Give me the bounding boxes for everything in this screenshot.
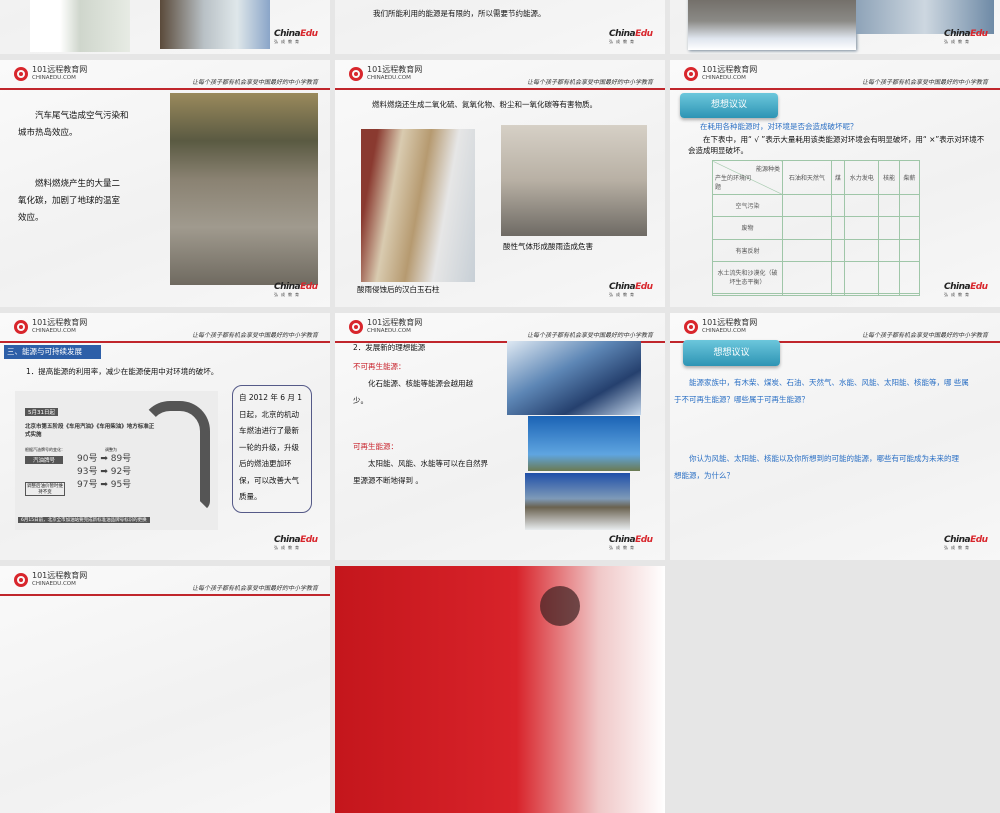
slide-thumbnail[interactable]: 101远程教育网 CHINAEDU.COM 让每个孩子都有机会享受中国最好的中小学教… [335, 60, 665, 307]
slide-thumbnail[interactable]: 101远程教育网 CHINAEDU.COM 让每个孩子都有机会享受中国最好的中小学教… [0, 60, 330, 307]
slide-header: 101远程教育网 CHINAEDU.COM 让每个孩子都有机会享受中国最好的中小学教… [0, 566, 330, 596]
chinaedu-logo: ChinaEdu 弘成教育 [944, 282, 988, 297]
chinaedu-logo: ChinaEdu 弘成教育 [274, 282, 318, 297]
question-1: 能源家族中，有木柴、煤炭、石油、天然气、水能、风能、太阳能、核能等，哪 些属于不… [674, 378, 969, 404]
impact-table: 能源种类 产生的环境问题 石油和天然气煤水力发电 核能 柴薪 空气污染 废物 有害反射… [712, 160, 921, 297]
slide-thumbnail[interactable] [335, 566, 665, 813]
acid-rain-caption: 酸性气体形成酸雨造成危害 [503, 242, 593, 251]
item-text: 1．提高能源的利用率，减少在能源使用中对环境的破坏。 [26, 367, 219, 376]
callout-box: 自 2012 年 6 月 1 日起，北京的机动车燃油进行了最新一轮的升级，升级后… [232, 385, 312, 513]
traffic-jam-image [170, 93, 318, 285]
closing-photo [540, 586, 580, 626]
chinaedu-logo: ChinaEdu 弘成教育 [274, 29, 318, 44]
slide-header: 101远程教育网 CHINAEDU.COM 让每个孩子都有机会享受中国最好的中小学教… [335, 60, 665, 90]
slide-header: 101远程教育网 CHINAEDU.COM 让每个孩子都有机会享受中国最好的中小学教… [670, 60, 1000, 90]
instruction-text: 在下表中，用“ √ ”表示大量耗用该类能源对环境会有明显破坏，用“ ×”表示对环… [688, 135, 985, 155]
slide-thumbnail[interactable]: ChinaEdu 弘成教育 [0, 0, 330, 54]
nonrenewable-label: 不可再生能源： [353, 362, 406, 371]
slide-thumbnail[interactable]: ChinaEdu 弘成教育 [670, 0, 1000, 54]
fuel-nozzle-icon [140, 401, 210, 511]
slide-thumbnail[interactable]: 101远程教育网 CHINAEDU.COM 让每个孩子都有机会享受中国最好的中小学教… [335, 313, 665, 560]
grade-row: 93号 ➡ 92号 [77, 467, 132, 477]
slide-header: 101远程教育网 CHINAEDU.COM 让每个孩子都有机会享受中国最好的中小学教… [670, 313, 1000, 343]
slide-thumbnail[interactable]: 101远程教育网 CHINAEDU.COM 让每个孩子都有机会享受中国最好的中小学教… [0, 566, 330, 813]
chinaedu-ring-icon [684, 67, 698, 81]
discuss-button: 想想议议 [680, 93, 778, 118]
pillar-caption: 酸雨侵蚀后的汉白玉石柱 [357, 285, 440, 294]
co2-text: 燃料燃烧产生的大量二氧化碳，加剧了地球的温室效应。 [18, 179, 121, 223]
chinaedu-ring-icon [14, 67, 28, 81]
chinaedu-logo: ChinaEdu 弘成教育 [609, 282, 653, 297]
fridge-image [30, 0, 130, 52]
marble-pillar-image [361, 129, 475, 282]
slide-header: 101远程教育网 CHINAEDU.COM 让每个孩子都有机会享受中国最好的中小学教… [0, 60, 330, 90]
smog-image [501, 125, 647, 236]
chinaedu-logo: ChinaEdu 弘成教育 [944, 29, 988, 44]
fridge-contents-image [160, 0, 270, 49]
grade-row: 97号 ➡ 95号 [77, 480, 132, 490]
pollutants-text: 燃料燃烧还生成二氧化硫、氮氧化物、粉尘和一氧化碳等有害物质。 [372, 100, 597, 109]
slide-thumbnail[interactable]: 101远程教育网 CHINAEDU.COM 让每个孩子都有机会享受中国最好的中小学教… [670, 313, 1000, 560]
slide-header: 101远程教育网 CHINAEDU.COM 让每个孩子都有机会享受中国最好的中小学教… [0, 313, 330, 343]
grade-row: 90号 ➡ 89号 [77, 454, 132, 464]
item-text: 2．发展新的理想能源 [353, 343, 426, 352]
exhaust-text: 汽车尾气造成空气污染和城市热岛效应。 [18, 111, 129, 138]
question-2: 你认为风能、太阳能、核能以及你所想到的可能的能源，哪些有可能成为未来的理想能源，… [674, 454, 959, 480]
chinaedu-logo: ChinaEdu 弘成教育 [609, 29, 653, 44]
renewable-text: 太阳能、风能、水能等可以在自然界里源源不断地得到 。 [353, 459, 488, 485]
chinaedu-logo: ChinaEdu 弘成教育 [944, 535, 988, 550]
slide-thumbnail[interactable]: 101远程教育网 CHINAEDU.COM 让每个孩子都有机会享受中国最好的中小学教… [670, 60, 1000, 307]
renewable-label: 可再生能源： [353, 442, 398, 451]
chinaedu-logo: ChinaEdu 弘成教育 [274, 535, 318, 550]
chinaedu-ring-icon [349, 67, 363, 81]
chinaedu-ring-icon [684, 320, 698, 334]
power-plant-image [688, 0, 856, 50]
discuss-button: 想想议议 [683, 340, 780, 366]
solar-panel-image [507, 341, 641, 415]
wind-turbine-image [528, 416, 640, 471]
slide-thumbnail[interactable]: 101远程教育网 CHINAEDU.COM 让每个孩子都有机会享受中国最好的中小学教… [0, 313, 330, 560]
chinaedu-logo: ChinaEdu 弘成教育 [609, 535, 653, 550]
fuel-notice-graphic: 5月31日起 北京市第五阶段《车用汽油》《车用柴油》地方标准正式实施 根据汽油牌… [15, 391, 218, 530]
question-text: 在耗用各种能源时，对环境是否会造成破坏呢？ [700, 122, 858, 131]
chinaedu-ring-icon [14, 320, 28, 334]
chinaedu-ring-icon [349, 320, 363, 334]
slide-text: 我们所能利用的能源是有限的，所以需要节约能源。 [373, 9, 546, 18]
dam-image [525, 473, 630, 530]
section-heading: 三、能源与可持续发展 [4, 345, 101, 359]
slide-thumbnail[interactable]: 我们所能利用的能源是有限的，所以需要节约能源。 ChinaEdu 弘成教育 [335, 0, 665, 54]
chinaedu-ring-icon [14, 573, 28, 587]
nonrenewable-text: 化石能源、核能等能源会越用越少。 [353, 379, 473, 405]
